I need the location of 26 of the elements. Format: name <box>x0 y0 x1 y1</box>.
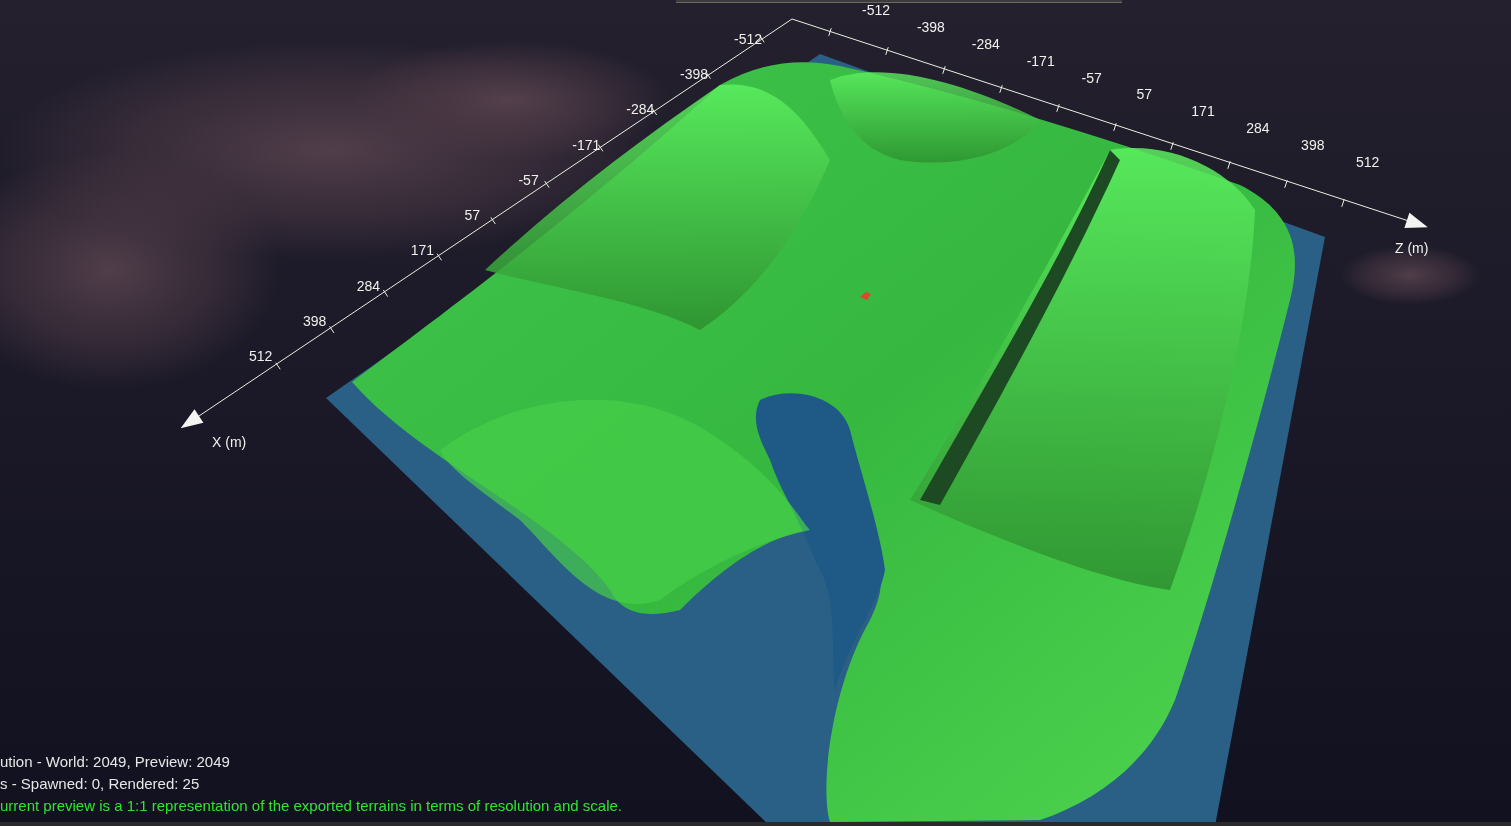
axis-tick-label: 512 <box>249 348 273 364</box>
axis-tick-label: -398 <box>916 18 945 35</box>
axis-tick-label: -171 <box>572 136 601 153</box>
axis-tick-label: -512 <box>734 31 763 47</box>
axis-tick-label: 57 <box>464 207 481 224</box>
axis-tick-label: 171 <box>1191 103 1215 120</box>
axis-tick-label: -57 <box>518 171 539 188</box>
marker-icon <box>860 292 871 300</box>
axis-tick-label: 171 <box>410 242 434 259</box>
axis-tick-label: 398 <box>1301 137 1325 154</box>
axis-tick-label: -284 <box>626 101 655 118</box>
axis-tick-label: -57 <box>1081 69 1102 86</box>
status-line: s - Spawned: 0, Rendered: 25 <box>0 774 201 794</box>
status-message: urrent preview is a 1:1 representation of the exported terrains in terms of resolution and scale. <box>0 796 622 816</box>
axis-tick-label: 398 <box>302 312 327 329</box>
axis-tick-label: 57 <box>1136 86 1152 103</box>
axis-title: X (m) <box>212 434 247 450</box>
status-line: ution - World: 2049, Preview: 2049 <box>0 752 231 772</box>
axis-title: Z (m) <box>1395 240 1429 256</box>
axis-tick-label: -171 <box>1026 52 1055 69</box>
axis-tick-label: 284 <box>356 277 381 294</box>
axis-tick-label: -284 <box>971 35 1000 52</box>
axis-tick-label: -512 <box>862 2 891 18</box>
axis-tick-label: 284 <box>1246 120 1270 137</box>
axis-tick-label: 512 <box>1356 154 1380 170</box>
axis-tick-label: -398 <box>680 66 709 83</box>
